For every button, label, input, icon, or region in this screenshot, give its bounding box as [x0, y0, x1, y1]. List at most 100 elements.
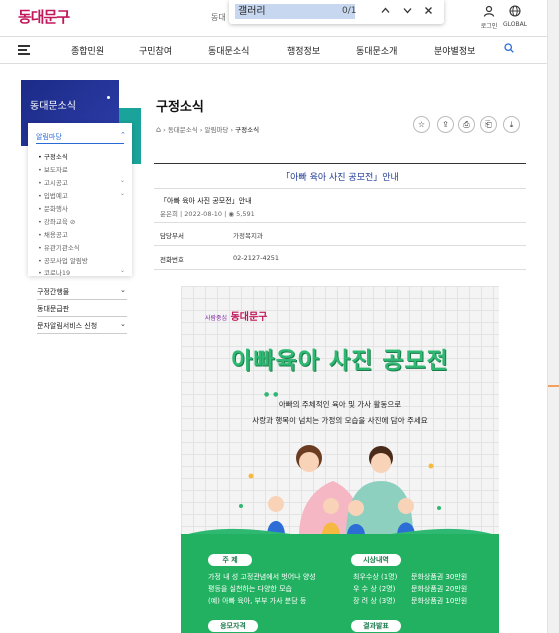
sidebar-divider — [37, 333, 127, 334]
page-scrollbar[interactable] — [547, 0, 559, 633]
poster-headline: 아빠육아 사진 공모전 — [231, 348, 449, 374]
breadcrumb-current: 구정소식 — [235, 126, 260, 134]
chevron-down-icon[interactable]: ⌄ — [120, 177, 125, 184]
download-icon: ⤓ — [509, 120, 514, 129]
eligibility-pill: 응모자격 — [208, 620, 258, 632]
print-button[interactable]: ⎙ — [458, 116, 475, 133]
content-divider — [154, 163, 526, 164]
result-pill: 결과발표 — [351, 620, 401, 632]
post-meta: 윤은희 | 2022-08-10 | ◉ 5,591 — [160, 208, 255, 218]
poster-logo-small: 사람중심 — [205, 315, 228, 322]
sidebar-divider — [37, 299, 127, 300]
sidebar-item-notices[interactable]: • 고시공고 — [38, 177, 68, 187]
breadcrumb-item[interactable]: 알림마당 — [204, 126, 228, 134]
sidebar-item-sms[interactable]: 문자알림서비스 신청 — [37, 321, 97, 331]
sidebar-item-news[interactable]: • 구정소식 — [38, 151, 68, 161]
sidebar-item-agencies[interactable]: • 유관기관소식 — [38, 242, 80, 252]
nav-item-about[interactable]: 동대문소개 — [356, 44, 397, 57]
chevron-up-icon[interactable]: ⌃ — [120, 131, 126, 139]
chevron-down-icon[interactable]: ⌄ — [120, 267, 125, 274]
prize-reward-2: 문화상품권 20만원 — [411, 585, 468, 593]
login-label: 로그인 — [480, 23, 498, 30]
phone-value: 02-2127-4251 — [233, 254, 280, 262]
breadcrumb-item[interactable]: 동대문소식 — [168, 126, 198, 134]
department-label: 담당부서 — [160, 232, 184, 240]
chevron-down-icon[interactable]: ⌄ — [120, 286, 126, 294]
contest-poster: 사람중심 동대문구 아빠육아 사진 공모전 ● ● 아빠의 주체적인 육아 및 … — [181, 286, 499, 633]
poster-logo: 사람중심 동대문구 — [205, 308, 267, 323]
sidebar-item-newspaper[interactable]: 동대문급판 — [37, 304, 69, 314]
sidebar-item-legislation[interactable]: • 입법예고 — [38, 190, 68, 200]
prize-rank-1: 최우수상 (1명) — [353, 573, 398, 581]
chevron-down-icon — [403, 5, 412, 18]
sidebar-item-covid[interactable]: • 코로나19 — [38, 267, 70, 277]
menu-icon[interactable] — [18, 45, 30, 55]
page: 동대문구 동대 로그인 GLOBAL 갤러리 0/1 종합민원 구민참여 동대문… — [0, 0, 559, 633]
content-divider — [154, 222, 526, 223]
theme-line-2: 평등을 실천하는 다양한 모습 — [208, 585, 292, 593]
user-icon — [475, 5, 503, 21]
poster-logo-text: 동대문구 — [230, 312, 268, 323]
prize-reward-1: 문화상품권 30만원 — [411, 573, 468, 581]
post-title: 「아빠 육아 사진 공모전」안내 — [160, 197, 252, 205]
post-author: 윤은희 — [160, 210, 178, 218]
star-icon: ☆ — [417, 120, 426, 129]
home-icon[interactable]: ⌂ — [156, 125, 161, 134]
gu-label: 동대 — [211, 13, 226, 22]
print-icon: ⎙ — [463, 120, 470, 129]
nav-item-field-info[interactable]: 분야별정보 — [434, 44, 475, 57]
theme-pill: 주 제 — [208, 554, 252, 566]
nav-item-news[interactable]: 동대문소식 — [208, 44, 249, 57]
sidebar-item-press[interactable]: • 보도자료 — [38, 164, 68, 174]
phone-label: 전화번호 — [160, 256, 184, 264]
chevron-up-icon — [381, 5, 390, 18]
poster-dots: ● ● — [264, 391, 280, 398]
sidebar-item-courses[interactable]: • 강좌교육 ⊘ — [38, 216, 75, 226]
favorite-button[interactable]: ☆ — [413, 116, 430, 133]
prize-rank-3: 장 려 상 (3명) — [353, 597, 396, 605]
copy-icon: ⎗ — [485, 120, 492, 129]
chevron-down-icon[interactable]: ⌄ — [120, 320, 126, 328]
eye-icon: ◉ — [228, 210, 235, 218]
sidebar-dot — [107, 96, 110, 99]
search-icon[interactable] — [504, 43, 514, 56]
find-match-marker — [548, 385, 559, 387]
sidebar-section-title[interactable]: 알림마당 — [36, 132, 62, 142]
share-button[interactable]: ⇪ — [437, 116, 454, 133]
find-close-button[interactable] — [421, 5, 435, 19]
sidebar-item-contests[interactable]: • 공모사업 알림방 — [38, 255, 88, 265]
copy-url-button[interactable]: ⎗ — [480, 116, 497, 133]
globe-icon — [501, 5, 529, 21]
main-nav: 종합민원 구민참여 동대문소식 행정정보 동대문소개 분야별정보 — [0, 36, 547, 64]
content-divider — [154, 188, 526, 189]
chevron-down-icon[interactable]: ⌄ — [120, 190, 125, 197]
download-button[interactable]: ⤓ — [503, 116, 520, 133]
notice-title: 「아빠 육아 사진 공모전」안내 — [281, 173, 399, 183]
find-next-button[interactable] — [400, 5, 414, 19]
prize-pill: 시상내역 — [351, 554, 401, 566]
global-label: GLOBAL — [502, 21, 528, 28]
find-count: 0/1 — [342, 6, 357, 16]
find-prev-button[interactable] — [378, 5, 392, 19]
nav-item-admin-info[interactable]: 행정정보 — [287, 44, 320, 57]
share-icon: ⇪ — [442, 120, 449, 129]
sidebar-item-publications[interactable]: 구정간행물 — [37, 287, 69, 297]
sidebar-submenu: 알림마당 ⌃ • 구정소식 • 보도자료 • 고시공고 ⌄ • 입법예고 ⌄ •… — [28, 123, 132, 277]
sidebar-divider — [37, 316, 127, 317]
nav-item-participation[interactable]: 구민참여 — [139, 44, 172, 57]
sidebar-item-jobs[interactable]: • 채용공고 — [38, 229, 68, 239]
theme-line-3: (예) 아빠 육아, 부부 가사 분담 등 — [208, 597, 307, 605]
post-date: 2022-08-10 — [184, 210, 223, 218]
login-button[interactable]: 로그인 — [475, 5, 503, 30]
sidebar-item-culture[interactable]: • 문화행사 — [38, 203, 68, 213]
page-title: 구정소식 — [156, 100, 204, 115]
content-divider — [154, 245, 526, 246]
family-illustration — [181, 445, 499, 536]
breadcrumb: ⌂ › 동대문소식 › 알림마당 › 구정소식 — [156, 124, 259, 134]
global-button[interactable]: GLOBAL — [501, 5, 529, 28]
poster-line-2: 사랑과 행복이 넘치는 가정의 모습을 사진에 담아 주세요 — [252, 416, 428, 425]
find-input[interactable]: 갤러리 — [235, 4, 355, 19]
department-value: 가정복지과 — [233, 232, 263, 240]
nav-item-complaints[interactable]: 종합민원 — [71, 44, 104, 57]
site-logo[interactable]: 동대문구 — [18, 6, 70, 27]
